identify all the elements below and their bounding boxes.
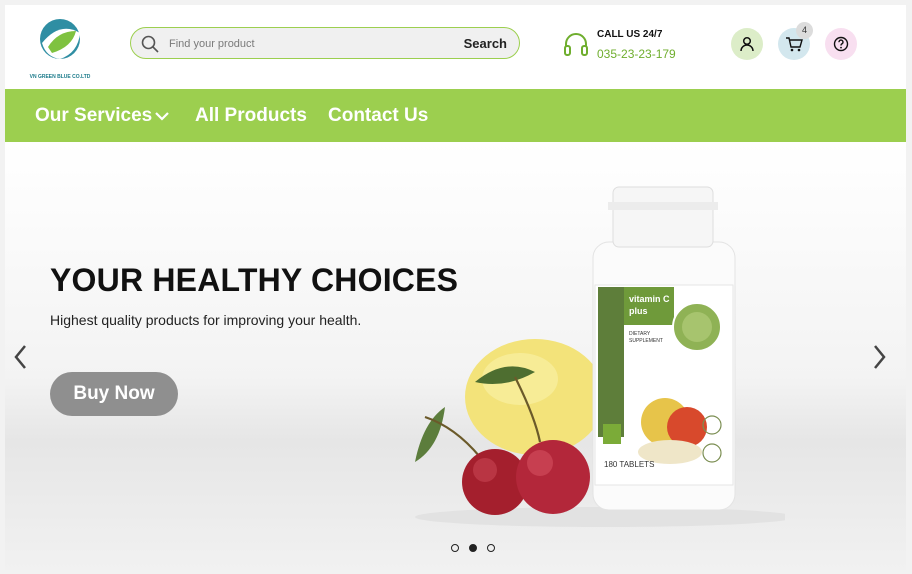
label-plus: plus xyxy=(629,306,648,316)
carousel-next-button[interactable] xyxy=(869,342,889,377)
phone-number[interactable]: 035-23-23-179 xyxy=(597,47,676,61)
carousel-dot-1[interactable] xyxy=(451,544,459,552)
nav-contact-us[interactable]: Contact Us xyxy=(328,89,428,142)
account-button[interactable] xyxy=(731,28,763,60)
search-input[interactable] xyxy=(167,32,451,56)
help-icon xyxy=(833,36,849,52)
call-title: CALL US 24/7 xyxy=(597,29,663,40)
search-button[interactable]: Search xyxy=(464,32,507,54)
search-bar: Search xyxy=(130,27,520,59)
cart-icon xyxy=(786,37,803,52)
brand-logo[interactable]: VN GREEN BLUE CO.LTD xyxy=(27,17,93,80)
label-small1: DIETARY xyxy=(629,331,651,337)
main-nav: Our Services All Products Contact Us xyxy=(5,89,906,142)
carousel-dots xyxy=(451,544,499,554)
hero-subtitle: Highest quality products for improving y… xyxy=(50,312,362,328)
nav-our-services-label: Our Services xyxy=(35,105,153,126)
page: VN GREEN BLUE CO.LTD Search CALL US 24/7… xyxy=(5,5,906,570)
user-icon xyxy=(740,36,754,52)
nav-all-products[interactable]: All Products xyxy=(195,89,307,142)
carousel-dot-2[interactable] xyxy=(469,544,477,552)
label-tablet-count: 180 TABLETS xyxy=(604,460,654,469)
nav-our-services[interactable]: Our Services xyxy=(35,89,169,142)
search-icon xyxy=(141,35,159,58)
carousel-prev-button[interactable] xyxy=(11,342,31,377)
cart-count-badge: 4 xyxy=(796,22,813,39)
headset-icon xyxy=(564,33,588,56)
buy-now-button[interactable]: Buy Now xyxy=(50,372,178,416)
help-button[interactable] xyxy=(825,28,857,60)
hero-banner: YOUR HEALTHY CHOICES Highest quality pro… xyxy=(5,142,906,570)
chevron-left-icon xyxy=(14,345,26,369)
carousel-dot-3[interactable] xyxy=(487,544,495,552)
site-header: VN GREEN BLUE CO.LTD Search CALL US 24/7… xyxy=(5,5,906,89)
leaf-globe-icon xyxy=(40,19,80,59)
brand-name: VN GREEN BLUE CO.LTD xyxy=(29,74,91,80)
chevron-down-icon xyxy=(155,112,169,121)
product-image: vitamin C plus DIETARY SUPPLEMENT 180 TA… xyxy=(415,186,785,527)
chevron-right-icon xyxy=(874,345,886,369)
label-small2: SUPPLEMENT xyxy=(629,338,663,344)
label-vitamin: vitamin C xyxy=(629,294,670,304)
call-us-block: CALL US 24/7 035-23-23-179 xyxy=(563,29,693,65)
